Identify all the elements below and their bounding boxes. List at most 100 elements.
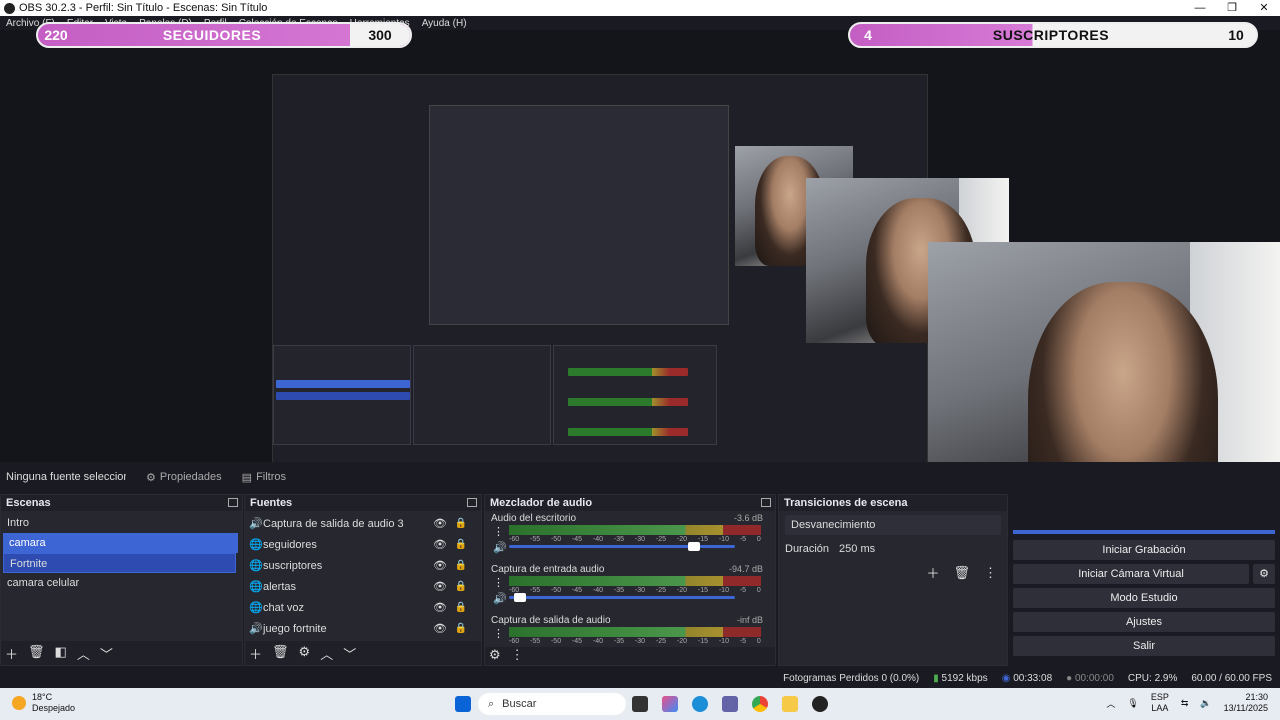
clock[interactable]: 21:30 13/11/2025 bbox=[1224, 692, 1268, 714]
network-icon[interactable]: ⇆ bbox=[1181, 698, 1189, 709]
meter-tick-label: -50 bbox=[550, 587, 562, 594]
copilot-icon[interactable] bbox=[662, 696, 678, 712]
volume-icon[interactable]: 🔉 bbox=[1200, 698, 1211, 709]
visibility-eye-icon[interactable]: 👁 bbox=[433, 538, 447, 551]
meter-tick-label: -55 bbox=[529, 587, 541, 594]
add-scene-icon[interactable]: ＋ bbox=[5, 644, 18, 663]
settings-button[interactable]: Ajustes bbox=[1013, 612, 1275, 632]
volume-meter: -60 -55 -50 -45 -40 -35 -30 -25 -20 -15 -10 -5 0 bbox=[509, 525, 761, 543]
meter-tick-label: -45 bbox=[571, 587, 583, 594]
meter-tick-label: 0 bbox=[756, 638, 761, 643]
virtual-camera-gear-icon[interactable]: ⚙ bbox=[1253, 564, 1275, 584]
visibility-eye-icon[interactable]: 👁 bbox=[433, 622, 447, 635]
menu-ayuda[interactable]: Ayuda (H) bbox=[422, 18, 467, 29]
source-item[interactable]: 🔊 Captura de salida de audio 3 👁 🔒 bbox=[245, 513, 481, 534]
move-up-icon[interactable]: ︿ bbox=[77, 644, 90, 663]
scene-item-fortnite[interactable]: Fortnite bbox=[3, 553, 236, 573]
language-indicator[interactable]: ESP LAA bbox=[1151, 692, 1169, 714]
meter-tick-label: -5 bbox=[739, 536, 747, 543]
filters-button[interactable]: ▤ Filtros bbox=[242, 471, 286, 484]
start-recording-button[interactable]: Iniciar Grabación bbox=[1013, 540, 1275, 560]
cpu-usage: CPU: 2.9% bbox=[1127, 672, 1178, 684]
exit-button[interactable]: Salir bbox=[1013, 636, 1275, 656]
studio-mode-button[interactable]: Modo Estudio bbox=[1013, 588, 1275, 608]
lock-icon[interactable]: 🔒 bbox=[455, 539, 467, 550]
maximize-button[interactable]: ❐ bbox=[1216, 0, 1248, 16]
volume-knob[interactable] bbox=[514, 593, 527, 602]
source-item[interactable]: 🌐 alertas 👁 🔒 bbox=[245, 576, 481, 597]
move-down-icon[interactable]: ﹀ bbox=[100, 644, 113, 663]
transition-select[interactable]: Desvanecimiento bbox=[785, 515, 1001, 535]
close-button[interactable]: ✕ bbox=[1248, 0, 1280, 16]
lock-icon[interactable]: 🔒 bbox=[455, 623, 467, 634]
advanced-audio-gear-icon[interactable]: ⚙ bbox=[489, 647, 501, 663]
source-item[interactable]: 🔊 juego fortnite 👁 🔒 bbox=[245, 618, 481, 639]
source-item[interactable]: 🌐 seguidores 👁 🔒 bbox=[245, 534, 481, 555]
meter-tick-label: -60 bbox=[509, 638, 520, 643]
taskbar-search[interactable]: ⌕ Buscar bbox=[478, 693, 626, 715]
sources-toolbar: ＋ 🗑 ⚙ ︿ ﹀ bbox=[249, 644, 356, 663]
volume-slider[interactable] bbox=[509, 542, 735, 551]
visibility-eye-icon[interactable]: 👁 bbox=[433, 580, 447, 593]
mixer-toolbar: ⚙ ⋮ bbox=[489, 647, 524, 663]
scene-filters-icon[interactable]: ◧ bbox=[55, 644, 67, 663]
trash-icon[interactable]: 🗑 bbox=[272, 644, 289, 663]
undock-icon[interactable] bbox=[228, 498, 238, 507]
mini-mixer-panel bbox=[553, 345, 717, 445]
speaker-icon[interactable]: 🔊 bbox=[493, 592, 507, 605]
lock-icon[interactable]: 🔒 bbox=[455, 518, 467, 529]
more-icon[interactable]: ⋮ bbox=[493, 576, 504, 589]
source-item[interactable]: 🌐 chat voz 👁 🔒 bbox=[245, 597, 481, 618]
gear-icon[interactable]: ⚙ bbox=[299, 644, 311, 663]
file-explorer-icon[interactable] bbox=[782, 696, 798, 712]
meter-tick-label: -40 bbox=[592, 587, 604, 594]
chevron-up-icon[interactable]: ︿ bbox=[1106, 697, 1115, 710]
microphone-icon[interactable]: 🎙 bbox=[1127, 698, 1138, 709]
volume-slider[interactable] bbox=[509, 593, 735, 602]
lock-icon[interactable]: 🔒 bbox=[455, 602, 467, 613]
meter-tick-label: -40 bbox=[592, 536, 604, 543]
scene-item-camara-celular[interactable]: camara celular bbox=[1, 573, 242, 593]
speaker-icon[interactable]: 🔊 bbox=[493, 541, 507, 554]
scene-item-intro[interactable]: Intro bbox=[1, 513, 242, 533]
meter-tick-label: -30 bbox=[634, 638, 646, 643]
lock-icon[interactable]: 🔒 bbox=[455, 560, 467, 571]
meter-tick-label: -50 bbox=[550, 536, 562, 543]
add-transition-icon[interactable]: ＋ bbox=[926, 563, 939, 582]
add-source-icon[interactable]: ＋ bbox=[249, 644, 262, 663]
channel-name: Captura de salida de audio bbox=[491, 615, 611, 626]
start-virtual-camera-button[interactable]: Iniciar Cámara Virtual bbox=[1013, 564, 1249, 584]
volume-knob[interactable] bbox=[688, 542, 701, 551]
chrome-icon[interactable] bbox=[752, 696, 768, 712]
source-item[interactable]: 🌐 suscriptores 👁 🔒 bbox=[245, 555, 481, 576]
transitions-title: Transiciones de escena bbox=[779, 495, 1007, 511]
scene-item-camara[interactable]: camara bbox=[3, 533, 238, 553]
move-up-icon[interactable]: ︿ bbox=[320, 644, 333, 663]
preview-area[interactable] bbox=[0, 30, 1280, 462]
teams-icon[interactable] bbox=[722, 696, 738, 712]
visibility-eye-icon[interactable]: 👁 bbox=[433, 601, 447, 614]
more-icon[interactable]: ⋮ bbox=[493, 627, 504, 640]
more-icon[interactable]: ⋮ bbox=[511, 647, 524, 663]
weather-widget[interactable]: 18°C Despejado bbox=[12, 692, 75, 714]
windows-start-icon[interactable] bbox=[455, 696, 471, 712]
visibility-eye-icon[interactable]: 👁 bbox=[433, 517, 447, 530]
task-view-icon[interactable] bbox=[632, 696, 648, 712]
undock-icon[interactable] bbox=[467, 498, 477, 507]
visibility-eye-icon[interactable]: 👁 bbox=[433, 559, 447, 572]
trash-icon[interactable]: 🗑 bbox=[953, 565, 970, 581]
system-tray: ︿ 🎙 ESP LAA ⇆ 🔉 21:30 13/11/2025 bbox=[1106, 692, 1268, 714]
globe-icon: 🌐 bbox=[249, 560, 263, 572]
obs-taskbar-icon[interactable] bbox=[812, 696, 828, 712]
lock-icon[interactable]: 🔒 bbox=[455, 581, 467, 592]
properties-button[interactable]: ⚙ Propiedades bbox=[146, 471, 222, 484]
duration-input[interactable]: 250 ms bbox=[839, 543, 875, 555]
temperature: 18°C bbox=[32, 692, 53, 702]
trash-icon[interactable]: 🗑 bbox=[28, 644, 45, 663]
move-down-icon[interactable]: ﹀ bbox=[343, 644, 356, 663]
edge-icon[interactable] bbox=[692, 696, 708, 712]
more-icon[interactable]: ⋮ bbox=[493, 525, 504, 538]
undock-icon[interactable] bbox=[761, 498, 771, 507]
more-icon[interactable]: ⋮ bbox=[984, 565, 997, 581]
minimize-button[interactable]: — bbox=[1184, 0, 1216, 16]
